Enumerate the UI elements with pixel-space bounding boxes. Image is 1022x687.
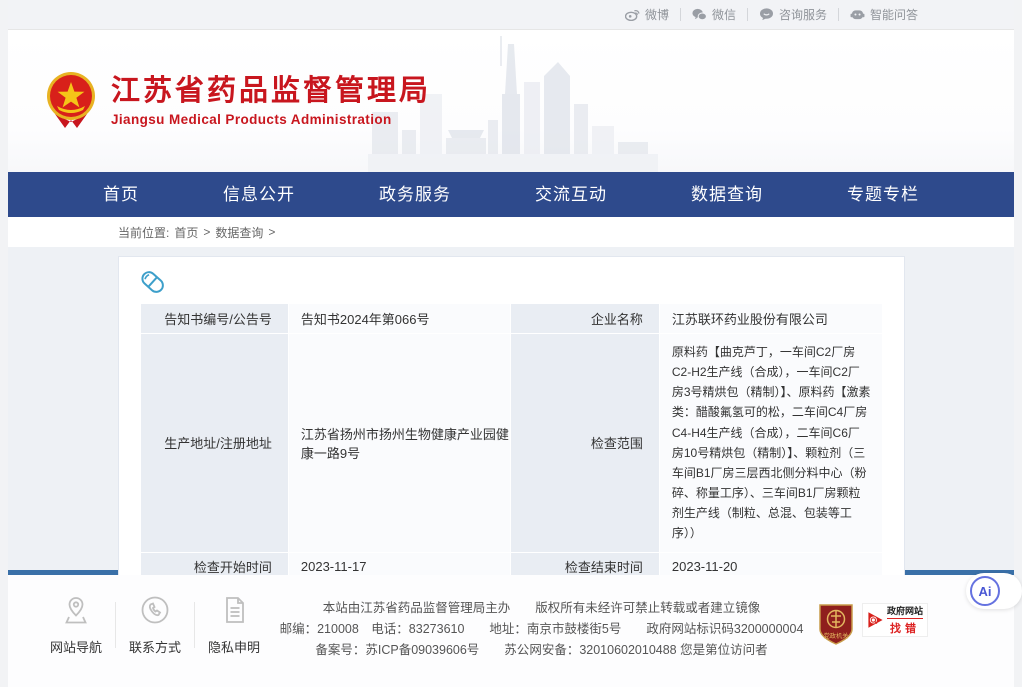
site-error-report-badge[interactable]: 政府网站 找错	[862, 603, 928, 637]
divider	[194, 602, 195, 648]
divider	[838, 8, 839, 21]
consult-service-label: 咨询服务	[779, 6, 827, 23]
divider	[115, 602, 116, 648]
weibo-link[interactable]: 微博	[625, 6, 669, 23]
breadcrumb-data-query[interactable]: 数据查询	[215, 224, 263, 241]
site-error-report-text: 政府网站 找错	[887, 604, 923, 636]
footer-line-host: 本站由江苏省药品监督管理局主办 版权所有未经许可禁止转载或者建立镜像	[265, 598, 818, 619]
divider	[680, 8, 681, 21]
notice-number-label: 告知书编号/公告号	[140, 304, 288, 334]
breadcrumb-home[interactable]: 首页	[174, 224, 198, 241]
breadcrumb-prefix: 当前位置:	[118, 224, 169, 241]
wechat-link[interactable]: 微信	[692, 6, 736, 23]
party-gov-badge-label: 党政机关	[824, 632, 849, 640]
privacy-link[interactable]: 隐私申明	[203, 595, 265, 656]
weibo-icon	[625, 8, 640, 21]
site-banner: 江苏省药品监督管理局 Jiangsu Medical Products Admi…	[8, 30, 1014, 172]
company-name-label: 企业名称	[511, 304, 659, 334]
consult-service-link[interactable]: 咨询服务	[759, 6, 827, 23]
inspection-scope-label: 检查范围	[511, 334, 659, 553]
contact-label: 联系方式	[124, 637, 186, 656]
content-area: 告知书编号/公告号 告知书2024年第066号 企业名称 江苏联环药业股份有限公…	[8, 247, 1014, 570]
site-title: 江苏省药品监督管理局	[111, 74, 431, 108]
nav-item-special-topics[interactable]: 专题专栏	[847, 172, 919, 217]
smart-qa-label: 智能问答	[870, 6, 918, 23]
table-row: 告知书编号/公告号 告知书2024年第066号 企业名称 江苏联环药业股份有限公…	[140, 304, 882, 334]
magnifier-icon	[867, 607, 884, 633]
robot-icon	[850, 8, 865, 21]
divider	[747, 8, 748, 21]
site-error-line2: 找错	[887, 620, 923, 636]
page-container: 微博 微信 咨询服务 智能问答	[8, 0, 1014, 687]
smart-qa-link[interactable]: 智能问答	[850, 6, 918, 23]
table-row: 生产地址/注册地址 江苏省扬州市扬州生物健康产业园健康一路9号 检查范围 原料药…	[140, 334, 882, 553]
site-map-label: 网站导航	[45, 637, 107, 656]
document-icon	[221, 612, 247, 629]
inspection-scope-value: 原料药【曲克芦丁，一车间C2厂房C2-H2生产线（合成），一车间C2厂房3号精烘…	[659, 334, 882, 553]
location-icon	[62, 612, 90, 629]
address-value: 江苏省扬州市扬州生物健康产业园健康一路9号	[288, 334, 511, 553]
breadcrumb-separator: >	[268, 225, 275, 239]
contact-link[interactable]: 联系方式	[124, 595, 186, 656]
site-title-block: 江苏省药品监督管理局 Jiangsu Medical Products Admi…	[111, 74, 431, 127]
footer: Ai 网站导航	[8, 575, 1014, 687]
nav-item-home[interactable]: 首页	[103, 172, 139, 217]
footer-badges: 党政机关 政府网站 找错	[818, 596, 928, 687]
notice-number-value: 告知书2024年第066号	[288, 304, 511, 334]
company-name-value: 江苏联环药业股份有限公司	[659, 304, 882, 334]
breadcrumb: 当前位置: 首页 > 数据查询 >	[8, 217, 1014, 247]
chat-icon	[759, 8, 774, 21]
site-subtitle: Jiangsu Medical Products Administration	[111, 112, 431, 127]
nav-item-gov-services[interactable]: 政务服务	[379, 172, 451, 217]
national-emblem-logo	[45, 70, 97, 130]
address-label: 生产地址/注册地址	[140, 334, 288, 553]
nav-item-interaction[interactable]: 交流互动	[535, 172, 607, 217]
party-gov-badge[interactable]: 党政机关	[818, 603, 854, 650]
wechat-icon	[692, 8, 707, 21]
footer-info: 本站由江苏省药品监督管理局主办 版权所有未经许可禁止转载或者建立镜像 邮编：21…	[265, 596, 818, 687]
top-utility-bar: 微博 微信 咨询服务 智能问答	[8, 0, 1014, 30]
weibo-label: 微博	[645, 6, 669, 23]
privacy-label: 隐私申明	[203, 637, 265, 656]
phone-icon	[140, 612, 170, 629]
brand-block: 江苏省药品监督管理局 Jiangsu Medical Products Admi…	[45, 70, 431, 130]
site-map-link[interactable]: 网站导航	[45, 595, 107, 656]
site-error-line1: 政府网站	[887, 604, 923, 619]
footer-line-icp: 备案号：苏ICP备09039606号 苏公网安备：32010602010488 …	[265, 640, 818, 661]
nav-item-info-disclosure[interactable]: 信息公开	[223, 172, 295, 217]
footer-line-contact: 邮编：210008 电话：83273610 地址：南京市鼓楼街5号 政府网站标识…	[265, 619, 818, 640]
breadcrumb-separator: >	[203, 225, 210, 239]
section-icon-wrap	[140, 269, 883, 303]
main-nav: 首页 信息公开 政务服务 交流互动 数据查询 专题专栏	[8, 172, 1014, 217]
capsule-icon	[137, 267, 167, 301]
ai-assistant-button[interactable]: Ai	[970, 576, 1000, 606]
nav-item-data-query[interactable]: 数据查询	[691, 172, 763, 217]
wechat-label: 微信	[712, 6, 736, 23]
footer-quick-links: 网站导航 联系方式	[45, 596, 265, 654]
